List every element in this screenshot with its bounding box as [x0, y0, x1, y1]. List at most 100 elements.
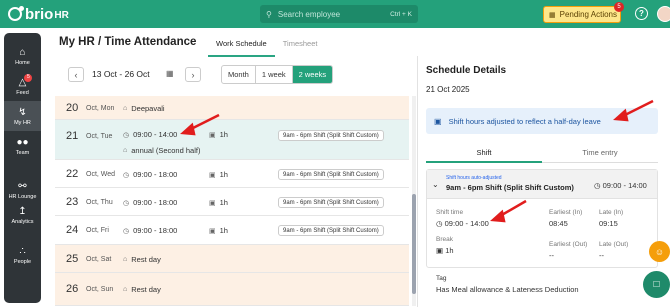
top-bar: brio HR ⚲ Search employee Ctrl + K ▦ Pen…: [0, 0, 670, 28]
feed-badge: 5: [24, 73, 33, 82]
prev-period-button[interactable]: ‹: [68, 67, 84, 82]
day-number: 21: [66, 130, 79, 142]
page-title: My HR / Time Attendance: [59, 36, 197, 48]
sidebar-item-label: Home: [15, 59, 30, 66]
megaphone-icon: △ 5: [19, 73, 33, 88]
sidebar-item-team[interactable]: ●● Team: [4, 131, 41, 161]
sidebar-item-label: My HR: [14, 119, 31, 126]
pending-actions-button[interactable]: ▦ Pending Actions 5: [543, 2, 624, 23]
clock-icon: ◷: [123, 199, 130, 207]
help-icon[interactable]: ?: [635, 7, 648, 20]
shift-time: 09:00 - 18:00: [133, 226, 178, 235]
shift-tag: 9am - 6pm Shift (Split Shift Custom): [278, 130, 384, 141]
date-range: 13 Oct - 26 Oct: [92, 69, 150, 79]
chevron-left-icon: ‹: [74, 69, 78, 80]
day-number: 23: [66, 196, 79, 208]
clock-icon: ◷: [436, 219, 443, 228]
break-text: 1h: [445, 246, 454, 255]
logo-suffix: HR: [54, 9, 69, 21]
sidebar-item-people[interactable]: ∴ People: [4, 240, 41, 270]
chat-icon: □: [653, 279, 660, 290]
schedule-row-20[interactable]: 20 Oct, Mon ⌂ Deepavali: [55, 96, 409, 120]
shift-tag: 9am - 6pm Shift (Split Shift Custom): [278, 225, 384, 236]
sidebar-item-label: Team: [15, 149, 30, 156]
chevron-down-icon[interactable]: ⌄: [432, 180, 439, 189]
clock-icon: ◷: [123, 227, 130, 235]
day-label: Oct, Thu: [86, 199, 113, 206]
day-label: Oct, Mon: [86, 105, 115, 112]
sidebar-item-my-hr[interactable]: ↯ My HR: [4, 101, 41, 131]
late-out-value: --: [599, 251, 604, 260]
shift-time-text: 09:00 - 14:00: [444, 219, 489, 228]
earliest-out-value: --: [549, 251, 554, 260]
search-shortcut: Ctrl + K: [390, 10, 412, 18]
schedule-row-25[interactable]: 25 Oct, Sat ⌂ Rest day: [55, 245, 409, 273]
late-out-label: Late (Out): [599, 241, 629, 248]
schedule-row-21[interactable]: 21 Oct, Tue ◷ 09:00 - 14:00 ▣ 1h 9am - 6pm…: [55, 120, 409, 160]
schedule-row-24[interactable]: 24 Oct, Fri ◷ 09:00 - 18:00 ▣ 1h 9am - 6pm…: [55, 216, 409, 245]
shift-time: 09:00 - 14:00: [133, 130, 178, 139]
page-tabs: Work Schedule Timesheet: [208, 36, 325, 57]
chat-fab[interactable]: □: [643, 271, 670, 298]
day-label: Oct, Fri: [86, 227, 109, 234]
day-note: Rest day: [131, 285, 161, 294]
view-switcher: Month 1 week 2 weeks: [221, 65, 334, 84]
earliest-out-label: Earliest (Out): [549, 241, 588, 248]
break-hours: 1h: [219, 130, 228, 139]
view-1-week-button[interactable]: 1 week: [256, 66, 293, 83]
home-icon: ⌂: [19, 46, 26, 58]
details-tabs: Shift Time entry: [426, 143, 658, 163]
brio-logo[interactable]: brio HR: [8, 6, 69, 23]
sidebar-item-feed[interactable]: △ 5 Feed: [4, 71, 41, 101]
analytics-icon: ↥: [18, 205, 27, 217]
break-label: Break: [436, 236, 453, 243]
break-icon: ▣: [436, 246, 444, 255]
tab-timesheet[interactable]: Timesheet: [275, 36, 326, 57]
sidebar-item-label: Analytics: [11, 218, 34, 225]
search-input[interactable]: ⚲ Search employee Ctrl + K: [260, 5, 418, 23]
shift-card-header[interactable]: ⌄ Shift hours auto-adjusted 9am - 6pm Sh…: [427, 170, 657, 199]
tab-work-schedule[interactable]: Work Schedule: [208, 36, 275, 57]
day-number: 20: [66, 102, 79, 114]
next-period-button[interactable]: ›: [185, 67, 201, 82]
holiday-icon: ⌂: [123, 105, 128, 112]
shift-time-value: ◷ 09:00 - 14:00: [436, 219, 489, 228]
view-2-weeks-button[interactable]: 2 weeks: [292, 66, 333, 83]
tab-time-entry[interactable]: Time entry: [542, 143, 658, 163]
schedule-row-26[interactable]: 26 Oct, Sun ⌂ Rest day: [55, 273, 409, 306]
sidebar-item-home[interactable]: ⌂ Home: [4, 41, 41, 71]
schedule-row-23[interactable]: 23 Oct, Thu ◷ 09:00 - 18:00 ▣ 1h 9am - 6pm…: [55, 188, 409, 216]
day-label: Oct, Tue: [86, 133, 113, 140]
calendar-icon[interactable]: ▦: [166, 69, 174, 78]
shift-header-time-value: 09:00 - 14:00: [602, 181, 647, 190]
sidebar-item-analytics[interactable]: ↥ Analytics: [4, 200, 41, 230]
late-in-label: Late (In): [599, 209, 624, 216]
pending-count-badge: 5: [614, 2, 624, 12]
day-label: Oct, Sat: [86, 256, 112, 263]
day-note: Rest day: [131, 255, 161, 264]
pending-label: Pending Actions: [559, 10, 617, 19]
shift-time-label: Shift time: [436, 209, 464, 216]
schedule-list: 20 Oct, Mon ⌂ Deepavali 21 Oct, Tue ◷ 09:0…: [55, 96, 409, 306]
break-hours: 1h: [219, 170, 228, 179]
tab-shift[interactable]: Shift: [426, 143, 542, 163]
avatar[interactable]: [657, 6, 670, 22]
earliest-in-label: Earliest (In): [549, 209, 583, 216]
view-month-button[interactable]: Month: [222, 66, 256, 83]
leave-note: annual (Second half): [131, 146, 201, 155]
brio-logo-mark: [8, 6, 24, 21]
support-fab[interactable]: ☺: [649, 241, 670, 262]
schedule-scrollbar[interactable]: [412, 96, 416, 306]
day-label: Oct, Wed: [86, 171, 116, 178]
sidebar-item-label: Feed: [16, 89, 29, 96]
briefcase-icon: ▣: [434, 116, 442, 126]
schedule-row-22[interactable]: 22 Oct, Wed ◷ 09:00 - 18:00 ▣ 1h 9am - 6pm…: [55, 160, 409, 188]
scrollbar-thumb[interactable]: [412, 194, 416, 294]
details-title: Schedule Details: [426, 65, 507, 76]
shift-time: 09:00 - 18:00: [133, 198, 178, 207]
day-number: 22: [66, 168, 79, 180]
break-hours: 1h: [219, 198, 228, 207]
people-icon: ∴: [19, 245, 26, 257]
break-icon: ▣: [209, 131, 216, 139]
break-icon: ▣: [209, 199, 216, 207]
